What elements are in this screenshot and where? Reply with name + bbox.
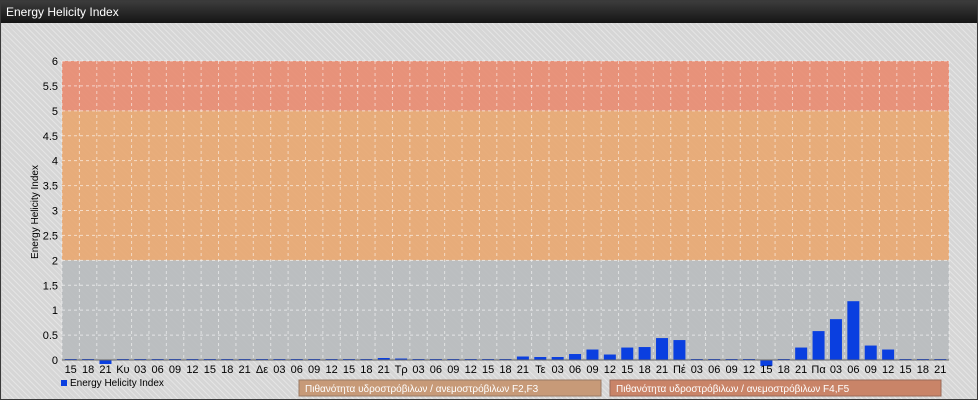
x-tick-label: 18	[917, 364, 929, 376]
y-axis-label: Energy Helicity Index	[30, 165, 41, 259]
x-tick-label: 18	[778, 364, 790, 376]
y-tick-label: 2.5	[43, 230, 58, 242]
x-tick-label: 21	[934, 364, 946, 376]
x-tick-label: 15	[65, 364, 77, 376]
bar-32	[621, 347, 634, 360]
x-tick-label: 12	[882, 364, 894, 376]
x-tick-label: 15	[621, 364, 633, 376]
x-tick-label: 15	[482, 364, 494, 376]
x-tick-label: 15	[760, 364, 772, 376]
bar-44	[829, 319, 842, 360]
x-tick-label: 09	[308, 364, 320, 376]
x-tick-label: 15	[343, 364, 355, 376]
x-tick-label: 18	[499, 364, 511, 376]
x-tick-label: Πέ	[673, 364, 686, 376]
x-tick-label: Τε	[535, 364, 546, 376]
x-tick-label: 09	[586, 364, 598, 376]
x-tick-label: 21	[378, 364, 390, 376]
x-tick-label: 18	[221, 364, 233, 376]
x-tick-label: 12	[743, 364, 755, 376]
y-tick-label: 5	[52, 106, 58, 118]
x-tick-label: Τρ	[395, 364, 408, 376]
legend-label-f2f3: Πιθανότητα υδροστρόβιλων / ανεμοστρόβιλω…	[305, 383, 539, 395]
y-tick-label: 3.5	[43, 181, 58, 193]
x-tick-label: 21	[795, 364, 807, 376]
y-tick-label: 6	[52, 56, 58, 68]
x-tick-label: 18	[360, 364, 372, 376]
bar-47	[882, 349, 895, 360]
bar-34	[656, 338, 669, 360]
legend: Energy Helicity Index Πιθανότητα υδροστρ…	[61, 378, 942, 397]
y-tick-label: 4	[52, 156, 58, 168]
x-tick-label: 12	[604, 364, 616, 376]
x-tick-label: 03	[134, 364, 146, 376]
bar-31	[603, 354, 616, 360]
x-tick-label: 09	[865, 364, 877, 376]
y-tick-label: 0.5	[43, 330, 58, 342]
y-tick-label: 3	[52, 206, 58, 218]
x-tick-label: 18	[82, 364, 94, 376]
x-tick-label: Κυ	[116, 364, 129, 376]
bar-26	[516, 356, 529, 360]
legend-label-f4f5: Πιθανότητα υδροστρόβιλων / ανεμοστρόβιλω…	[616, 383, 850, 395]
x-tick-label: 21	[656, 364, 668, 376]
x-tick-label: 06	[569, 364, 581, 376]
x-tick-label: 15	[899, 364, 911, 376]
x-tick-label: 18	[639, 364, 651, 376]
bar-30	[586, 349, 599, 360]
bar-33	[638, 347, 651, 360]
x-tick-label: 03	[691, 364, 703, 376]
legend-swatch-ehi	[61, 380, 67, 386]
x-tick-label: 03	[830, 364, 842, 376]
y-tick-labels: 0 0.5 1 1.5 2 2.5 3 3.5 4 4.5 5 5.5 6	[43, 56, 58, 367]
legend-label-ehi: Energy Helicity Index	[70, 378, 164, 389]
bar-43	[812, 331, 825, 360]
chart-window: Energy Helicity Index 0 0.5 1 1.5 2 2.5 3 3.5 4 4…	[0, 0, 978, 400]
bar-46	[864, 345, 877, 360]
x-tick-label: 06	[291, 364, 303, 376]
y-tick-label: 5.5	[43, 81, 58, 93]
x-tick-label: 06	[152, 364, 164, 376]
x-tick-label: 03	[552, 364, 564, 376]
x-tick-label: 09	[169, 364, 181, 376]
x-tick-label: 21	[517, 364, 529, 376]
x-tick-label: 06	[708, 364, 720, 376]
x-tick-label: 03	[412, 364, 424, 376]
x-tick-label: 12	[465, 364, 477, 376]
x-tick-label: 12	[186, 364, 198, 376]
y-tick-label: 1	[52, 305, 58, 317]
y-tick-label: 1.5	[43, 280, 58, 292]
y-tick-label: 2	[52, 255, 58, 267]
x-tick-label: 15	[204, 364, 216, 376]
x-tick-label: 09	[447, 364, 459, 376]
x-tick-label: Δε	[256, 364, 268, 376]
y-tick-label: 4.5	[43, 131, 58, 143]
x-tick-label: 12	[325, 364, 337, 376]
x-tick-labels: 15 18 21 Κυ 03 06 09 12 15 18 21 Δε 03 06 09 12 15 18 21 Τρ…	[65, 364, 947, 376]
ehi-chart: 0 0.5 1 1.5 2 2.5 3 3.5 4 4.5 5 5.5 6 15 18 21 Κυ 03 06 09…	[30, 56, 950, 397]
bar-29	[569, 354, 582, 360]
x-tick-label: 21	[238, 364, 250, 376]
x-tick-label: 09	[725, 364, 737, 376]
x-tick-label: Πα	[811, 364, 826, 376]
x-tick-label: 06	[430, 364, 442, 376]
bar-45	[847, 301, 860, 360]
x-tick-label: 03	[273, 364, 285, 376]
bar-42	[795, 347, 808, 360]
x-tick-label: 21	[99, 364, 111, 376]
bar-35	[673, 340, 686, 360]
x-tick-label: 06	[847, 364, 859, 376]
y-tick-label: 0	[52, 355, 58, 367]
